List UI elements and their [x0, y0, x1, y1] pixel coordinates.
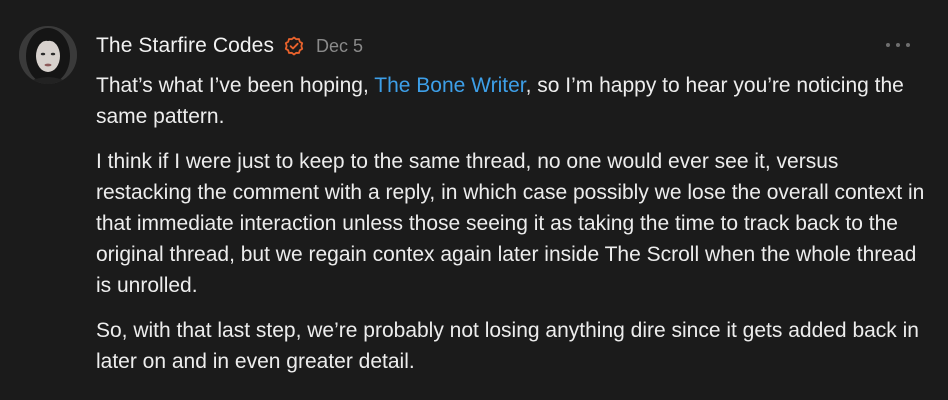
comment-paragraph-3: So, with that last step, we’re probably … — [96, 319, 919, 373]
verified-check-icon — [284, 36, 304, 56]
avatar-image — [19, 26, 77, 84]
user-mention-link[interactable]: The Bone Writer — [374, 74, 525, 97]
comment-header: The Starfire Codes Dec 5 — [96, 31, 363, 61]
comment-body: That’s what I’ve been hoping, The Bone W… — [96, 70, 926, 391]
more-options-button[interactable] — [886, 38, 910, 52]
ellipsis-icon — [906, 43, 910, 47]
avatar[interactable] — [19, 26, 77, 84]
paragraph-text: That’s what I’ve been hoping, — [96, 74, 375, 97]
author-name[interactable]: The Starfire Codes — [96, 34, 274, 58]
ellipsis-icon — [896, 43, 900, 47]
ellipsis-icon — [886, 43, 890, 47]
comment-paragraph-1: That’s what I’ve been hoping, The Bone W… — [96, 70, 926, 132]
comment-date[interactable]: Dec 5 — [316, 36, 363, 57]
comment-card: The Starfire Codes Dec 5 That’s what I’v… — [0, 0, 948, 400]
comment-paragraph-2: I think if I were just to keep to the sa… — [96, 150, 925, 297]
